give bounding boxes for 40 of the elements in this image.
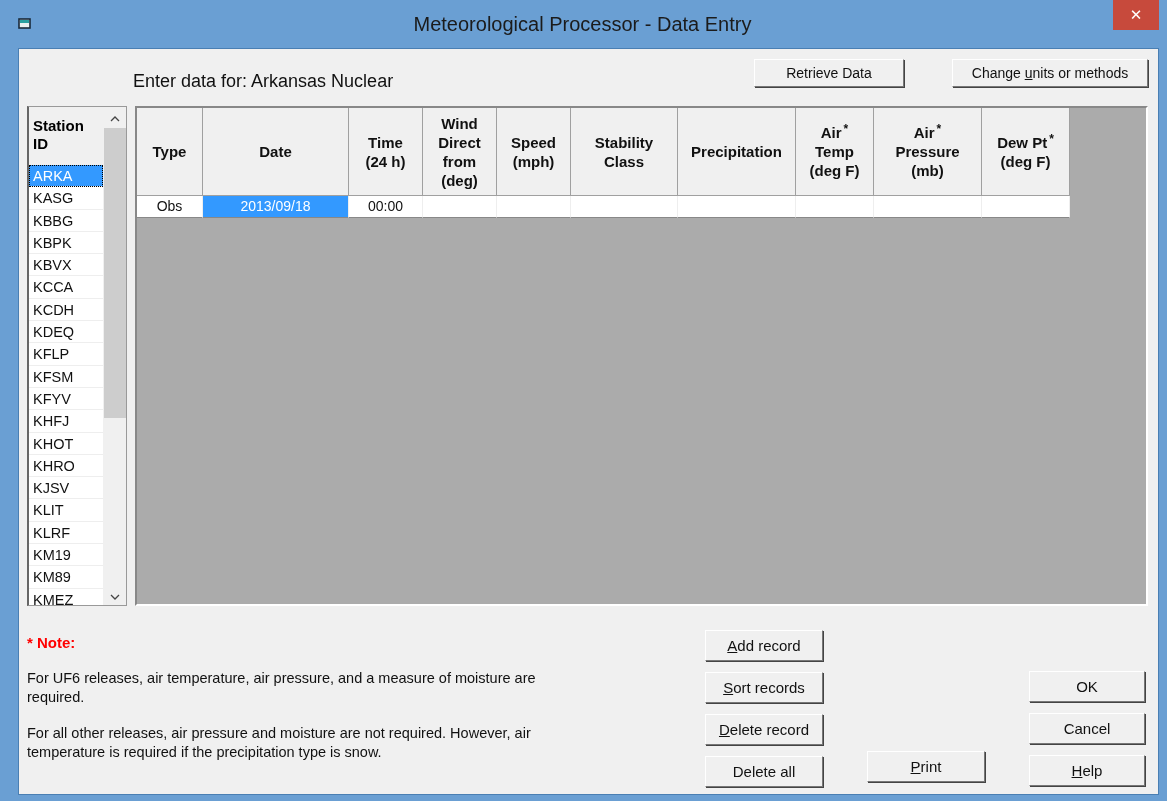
dialog-button[interactable]: OK	[1029, 671, 1145, 702]
dialog-button[interactable]: Cancel	[1029, 713, 1145, 744]
table-cell[interactable]	[497, 196, 571, 218]
column-header: Dew Pt$^{*}$ (deg F)	[982, 108, 1070, 196]
action-button[interactable]: Delete record	[705, 714, 823, 745]
heading: Enter data for: Arkansas Nuclear	[133, 71, 394, 92]
action-button[interactable]: Add record	[705, 630, 823, 661]
table-cell[interactable]	[982, 196, 1070, 218]
action-button[interactable]: Delete all	[705, 756, 823, 787]
window-title: Meteorological Processor - Data Entry	[412, 12, 753, 36]
table-cell[interactable]	[796, 196, 874, 218]
table-cell[interactable]	[423, 196, 497, 218]
column-header: Time (24 h)	[349, 108, 423, 196]
dialog-button[interactable]: Help	[1029, 755, 1145, 786]
column-header: Speed (mph)	[497, 108, 571, 196]
column-header: Type	[137, 108, 203, 196]
table-cell[interactable]	[678, 196, 796, 218]
table-cell[interactable]: Obs	[137, 196, 203, 218]
scroll-up-icon[interactable]	[109, 115, 120, 122]
note-title: * Note:	[27, 634, 77, 651]
column-header: Air$^{*}$ Pressure (mb)	[874, 108, 982, 196]
note-text: For UF6 releases, air temperature, air pressure, and a measure of moisture are required.	[27, 669, 537, 707]
action-button[interactable]: Sort records	[705, 672, 823, 703]
toolbar-button[interactable]: Retrieve Data	[754, 59, 904, 87]
table-cell[interactable]: 00:00	[349, 196, 423, 218]
note-text: For all other releases, air pressure and moisture are not required. However, air temperature is required if the precipitation type is snow.	[27, 724, 532, 762]
column-header: Precipitation	[678, 108, 796, 196]
column-header: Stability Class	[571, 108, 678, 196]
scroll-thumb[interactable]	[103, 128, 126, 418]
close-button[interactable]: ✕	[1113, 0, 1159, 30]
column-header: Air$^{*}$ Temp (deg F)	[796, 108, 874, 196]
table-cell[interactable]	[571, 196, 678, 218]
toolbar-button[interactable]: Change units or methods	[952, 59, 1148, 87]
column-header: Wind Direct from (deg)	[423, 108, 497, 196]
print-button[interactable]: Print	[867, 751, 985, 782]
table-cell[interactable]	[874, 196, 982, 218]
window-app-icon	[18, 18, 32, 30]
scroll-down-icon[interactable]	[109, 594, 120, 601]
column-header: Date	[203, 108, 349, 196]
station-header: Station ID	[29, 107, 103, 165]
